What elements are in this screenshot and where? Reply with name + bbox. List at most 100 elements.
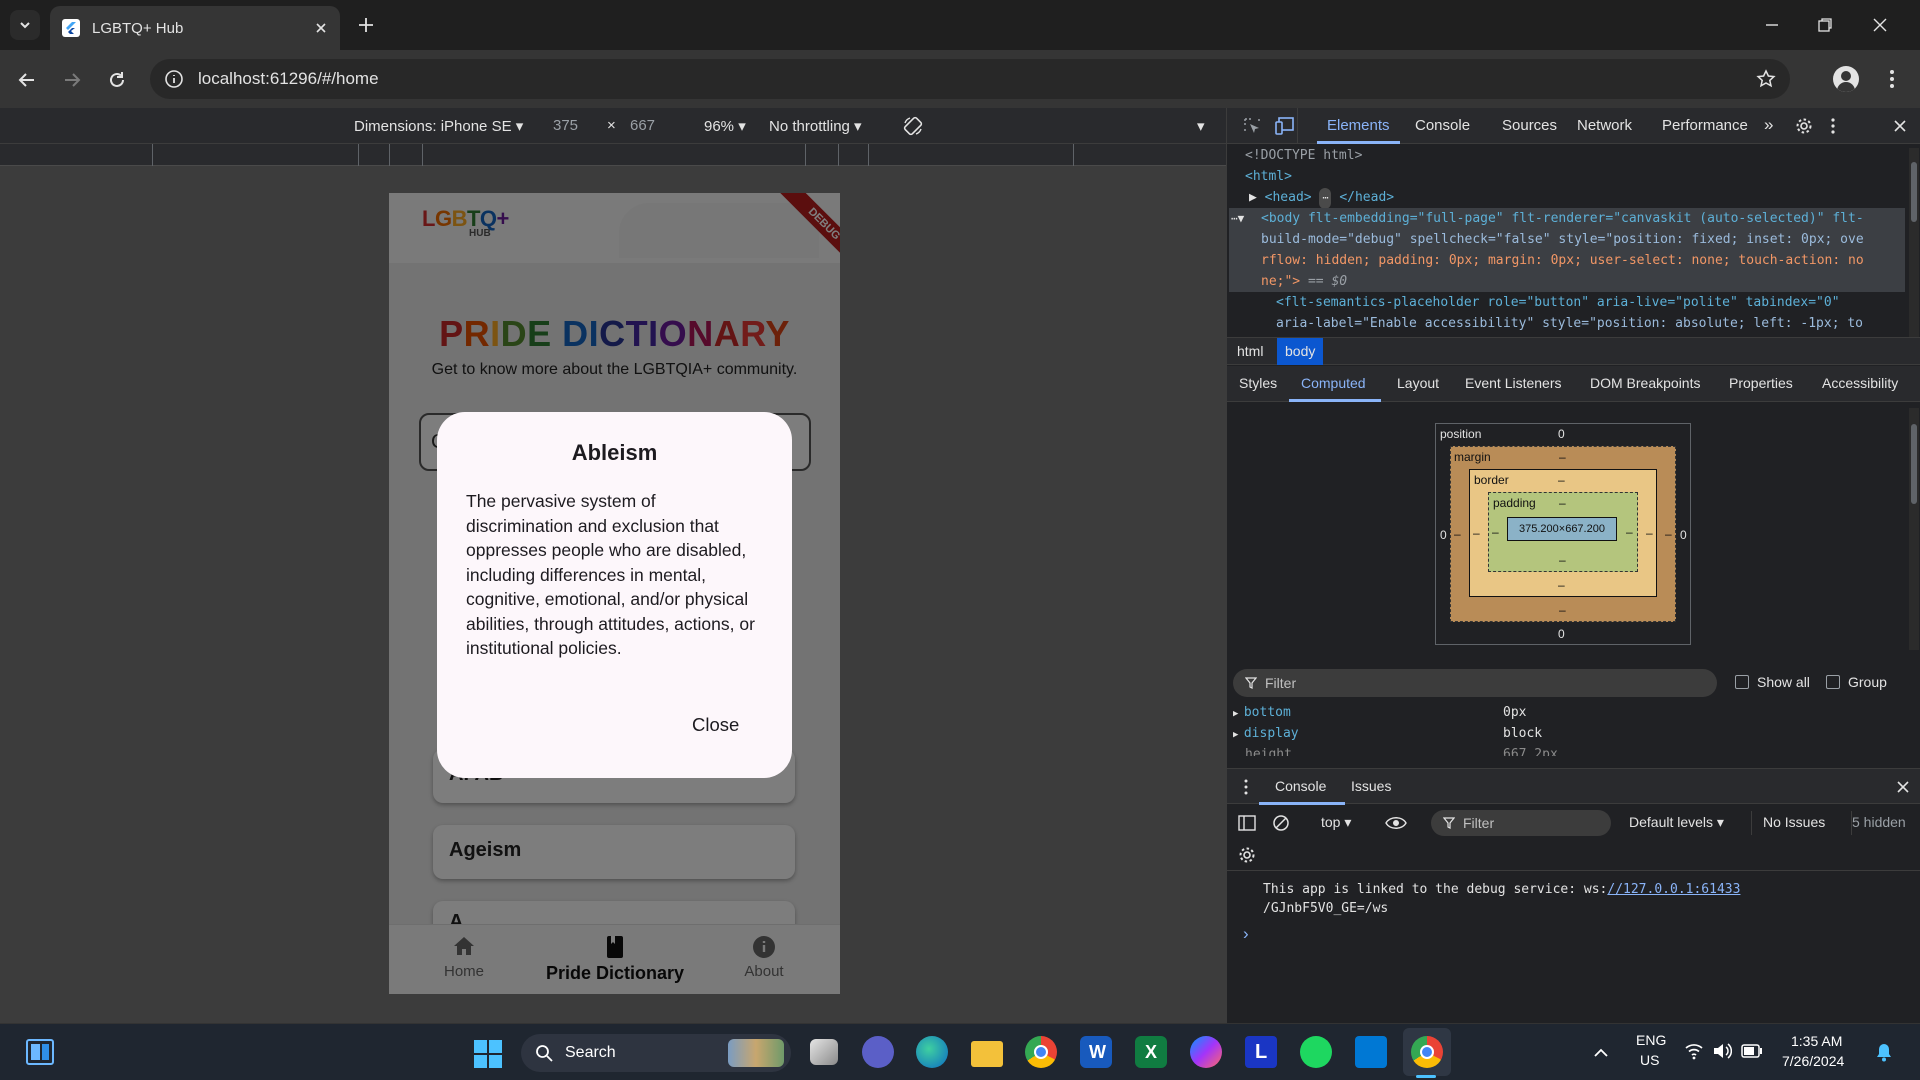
edge-icon[interactable] [916, 1036, 948, 1068]
dimensions-select[interactable]: Dimensions: iPhone SE ▾ [354, 117, 523, 135]
browser-tab[interactable]: LGBTQ+ Hub [50, 6, 340, 50]
dom-html[interactable]: <html> [1245, 166, 1292, 187]
tab-elements[interactable]: Elements [1327, 117, 1390, 134]
device-toolbar-more-icon[interactable]: ▾ [1197, 117, 1205, 135]
l-app-icon[interactable]: L [1245, 1036, 1277, 1068]
show-all-checkbox[interactable] [1735, 675, 1749, 689]
tab-performance[interactable]: Performance [1662, 117, 1748, 134]
teams-meet-icon[interactable] [862, 1036, 894, 1068]
back-arrow-icon[interactable] [17, 70, 37, 90]
notification-bell-icon[interactable] [1875, 1042, 1893, 1062]
throttling-select[interactable]: No throttling ▾ [769, 117, 862, 135]
address-bar[interactable]: localhost:61296/#/home [150, 59, 1790, 99]
drawer-tab-issues[interactable]: Issues [1351, 778, 1391, 794]
subtab-computed[interactable]: Computed [1301, 375, 1366, 391]
tab-search-button[interactable] [10, 10, 40, 40]
widgets-icon[interactable] [26, 1039, 54, 1065]
language-secondary[interactable]: US [1640, 1052, 1659, 1068]
rotate-icon[interactable] [902, 115, 924, 137]
subtab-layout[interactable]: Layout [1397, 375, 1439, 391]
eye-icon[interactable] [1385, 816, 1407, 830]
zoom-select[interactable]: 96% ▾ [704, 117, 746, 135]
styles-subtabs: Styles Computed Layout Event Listeners D… [1227, 366, 1920, 402]
messenger-icon[interactable] [1190, 1036, 1222, 1068]
console-link[interactable]: //127.0.0.1:61433 [1607, 882, 1740, 897]
clock-date[interactable]: 7/26/2024 [1782, 1053, 1844, 1069]
chevron-up-icon[interactable] [1593, 1046, 1609, 1058]
no-issues-label[interactable]: No Issues [1763, 814, 1825, 830]
task-view-icon[interactable] [810, 1039, 838, 1065]
subtab-accessibility[interactable]: Accessibility [1822, 375, 1898, 391]
forward-arrow-icon[interactable] [62, 70, 82, 90]
drawer-close-icon[interactable] [1896, 780, 1910, 794]
default-levels-select[interactable]: Default levels ▾ [1629, 814, 1724, 831]
tab-close-icon[interactable] [314, 21, 328, 35]
group-checkbox[interactable] [1826, 675, 1840, 689]
height-input[interactable]: 667 [630, 117, 655, 134]
tab-sources[interactable]: Sources [1502, 117, 1557, 134]
computed-scrollbar[interactable] [1909, 408, 1919, 650]
site-info-icon[interactable] [164, 69, 184, 89]
default-levels-label: Default levels [1629, 814, 1714, 830]
taskbar-search[interactable]: Search [521, 1034, 791, 1072]
width-input[interactable]: 375 [553, 117, 578, 134]
reload-icon[interactable] [107, 70, 127, 90]
start-windows-icon[interactable] [474, 1040, 502, 1068]
computed-row[interactable]: ▶ display [1233, 723, 1299, 746]
subtab-dom-breakpoints[interactable]: DOM Breakpoints [1590, 375, 1700, 391]
more-tabs-icon[interactable]: » [1764, 115, 1773, 135]
tab-network[interactable]: Network [1577, 117, 1632, 134]
drawer-menu-icon[interactable] [1243, 778, 1249, 796]
volume-icon[interactable] [1712, 1042, 1732, 1060]
device-toggle-icon[interactable] [1275, 117, 1295, 135]
chrome-active-icon[interactable] [1411, 1036, 1443, 1068]
language-primary[interactable]: ENG [1636, 1032, 1666, 1048]
excel-icon[interactable]: X [1135, 1036, 1167, 1068]
box-content[interactable]: 375.200×667.200 [1507, 517, 1617, 541]
box-padding[interactable]: padding – – – – 375.200×667.200 [1488, 492, 1638, 572]
dom-body-line: ne;"> [1261, 274, 1301, 289]
clock-time[interactable]: 1:35 AM [1791, 1033, 1842, 1049]
console-settings-gear-icon[interactable] [1238, 846, 1256, 864]
computed-row[interactable]: height [1245, 744, 1292, 756]
devtools-menu-icon[interactable] [1829, 117, 1837, 135]
vscode-icon[interactable] [1355, 1036, 1387, 1068]
spotify-icon[interactable] [1300, 1036, 1332, 1068]
context-select[interactable]: top ▾ [1321, 814, 1351, 831]
console-filter-input[interactable]: Filter [1431, 810, 1611, 836]
dom-head[interactable]: ▶ <head> ⋯ </head> [1249, 187, 1394, 209]
dom-body-line: rflow: hidden; padding: 0px; margin: 0px… [1261, 253, 1864, 268]
window-close-icon[interactable] [1871, 16, 1889, 34]
dialog-close-button[interactable]: Close [692, 714, 739, 736]
box-margin[interactable]: margin – – – – border – – – – padding – … [1450, 446, 1676, 622]
wifi-icon[interactable] [1684, 1042, 1704, 1060]
profile-avatar-icon[interactable] [1833, 66, 1859, 92]
breadcrumb-html[interactable]: html [1237, 343, 1263, 359]
new-tab-icon[interactable] [357, 16, 375, 34]
tab-console[interactable]: Console [1415, 117, 1470, 134]
subtab-styles[interactable]: Styles [1239, 375, 1277, 391]
computed-row[interactable]: ▶ bottom [1233, 702, 1291, 725]
box-position-right: 0 [1680, 528, 1687, 542]
word-icon[interactable]: W [1080, 1036, 1112, 1068]
subtab-event-listeners[interactable]: Event Listeners [1465, 375, 1562, 391]
chrome-icon[interactable] [1025, 1036, 1057, 1068]
restore-icon[interactable] [1816, 16, 1834, 34]
computed-filter-input[interactable]: Filter [1233, 669, 1717, 697]
console-prompt[interactable]: › [1243, 924, 1249, 944]
sidebar-toggle-icon[interactable] [1238, 814, 1256, 832]
breadcrumb-body[interactable]: body [1277, 338, 1324, 365]
drawer-tab-console[interactable]: Console [1275, 778, 1326, 794]
battery-icon[interactable] [1741, 1044, 1763, 1058]
subtab-properties[interactable]: Properties [1729, 375, 1793, 391]
minimize-icon[interactable] [1763, 16, 1781, 34]
inspect-element-icon[interactable] [1243, 117, 1261, 135]
devtools-close-icon[interactable] [1893, 119, 1907, 133]
chrome-menu-icon[interactable] [1882, 68, 1902, 90]
dom-scrollbar[interactable] [1909, 148, 1919, 343]
settings-gear-icon[interactable] [1795, 117, 1813, 135]
file-explorer-icon[interactable] [971, 1041, 1003, 1067]
clear-console-icon[interactable] [1272, 814, 1290, 832]
bookmark-star-icon[interactable] [1756, 69, 1776, 89]
box-border[interactable]: border – – – – padding – – – – 375.200×6… [1469, 469, 1657, 597]
